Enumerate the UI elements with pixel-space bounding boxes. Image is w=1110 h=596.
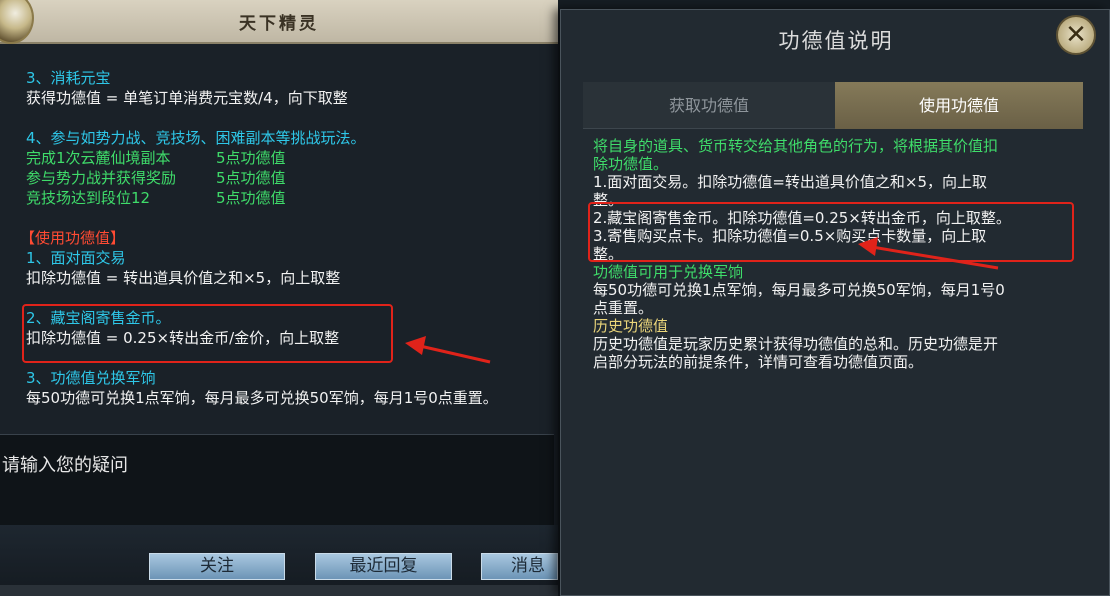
list-item-points: 5点功德值	[216, 149, 286, 167]
section-heading-exchange: 3、功德值兑换军饷	[26, 369, 156, 387]
exchange-line: 每50功德可兑换1点军饷，每月最多可兑换50军饷，每月1号0	[593, 281, 1005, 299]
follow-button[interactable]: 关注	[149, 553, 285, 580]
close-button[interactable]: ✕	[1056, 15, 1096, 55]
intro-line: 将自身的道具、货币转交给其他角色的行为，将根据其价值扣	[593, 137, 999, 155]
merit-explanation-dialog: 功德值说明 ✕ 获取功德值 使用功德值 将自身的道具、货币转交给其他角色的行为，…	[560, 9, 1110, 596]
formula-line: 扣除功德值 = 转出道具价值之和×5，向上取整	[26, 269, 341, 287]
list-item-label: 完成1次云麓仙境副本	[26, 149, 171, 167]
highlight-box-right	[588, 202, 1074, 262]
tab-use-merit[interactable]: 使用功德值	[835, 82, 1083, 129]
intro-line: 除功德值。	[593, 155, 669, 173]
history-line: 启部分玩法的前提条件，详情可查看功德值页面。	[593, 353, 924, 371]
answer-content: 3、消耗元宝 获得功德值 = 单笔订单消费元宝数/4，向下取整 4、参与如势力战…	[0, 44, 558, 430]
left-title-bar: 天下精灵	[0, 0, 558, 44]
list-item-points: 5点功德值	[216, 169, 286, 187]
question-placeholder: 请输入您的疑问	[2, 455, 128, 476]
panel-title: 天下精灵	[239, 14, 319, 34]
section-heading-face-trade: 1、面对面交易	[26, 249, 126, 267]
exchange-line: 点重置。	[593, 299, 654, 317]
tab-obtain-merit[interactable]: 获取功德值	[583, 82, 835, 129]
dialog-title: 功德值说明	[778, 29, 894, 53]
section-heading-use-merit: 【使用功德值】	[20, 229, 126, 247]
rule-face-trade: 1.面对面交易。扣除功德值=转出道具价值之和×5，向上取	[593, 173, 987, 191]
list-item-label: 参与势力战并获得奖励	[26, 169, 177, 187]
history-line: 历史功德值是玩家历史累计获得功德值的总和。历史功德是开	[593, 335, 999, 353]
close-icon: ✕	[1065, 20, 1087, 50]
exchange-line: 每50功德可兑换1点军饷，每月最多可兑换50军饷，每月1号0点重置。	[26, 389, 498, 407]
bottom-strip	[0, 585, 558, 596]
highlight-box-left	[22, 304, 393, 363]
formula-line: 获得功德值 = 单笔订单消费元宝数/4，向下取整	[26, 89, 348, 107]
list-item-label: 竞技场达到段位12	[26, 189, 151, 207]
exchange-heading: 功德值可用于兑换军饷	[593, 263, 744, 281]
section-heading-challenge: 4、参与如势力战、竞技场、困难副本等挑战玩法。	[26, 129, 366, 147]
history-heading: 历史功德值	[593, 317, 669, 335]
message-history-button[interactable]: 消息历	[481, 553, 558, 580]
tianxia-spirit-panel: 天下精灵 3、消耗元宝 获得功德值 = 单笔订单消费元宝数/4，向下取整 4、参…	[0, 0, 558, 596]
question-input[interactable]: 请输入您的疑问	[0, 434, 554, 525]
recent-reply-button[interactable]: 最近回复	[315, 553, 452, 580]
list-item-points: 5点功德值	[216, 189, 286, 207]
section-heading-consume-yuanbao: 3、消耗元宝	[26, 69, 111, 87]
